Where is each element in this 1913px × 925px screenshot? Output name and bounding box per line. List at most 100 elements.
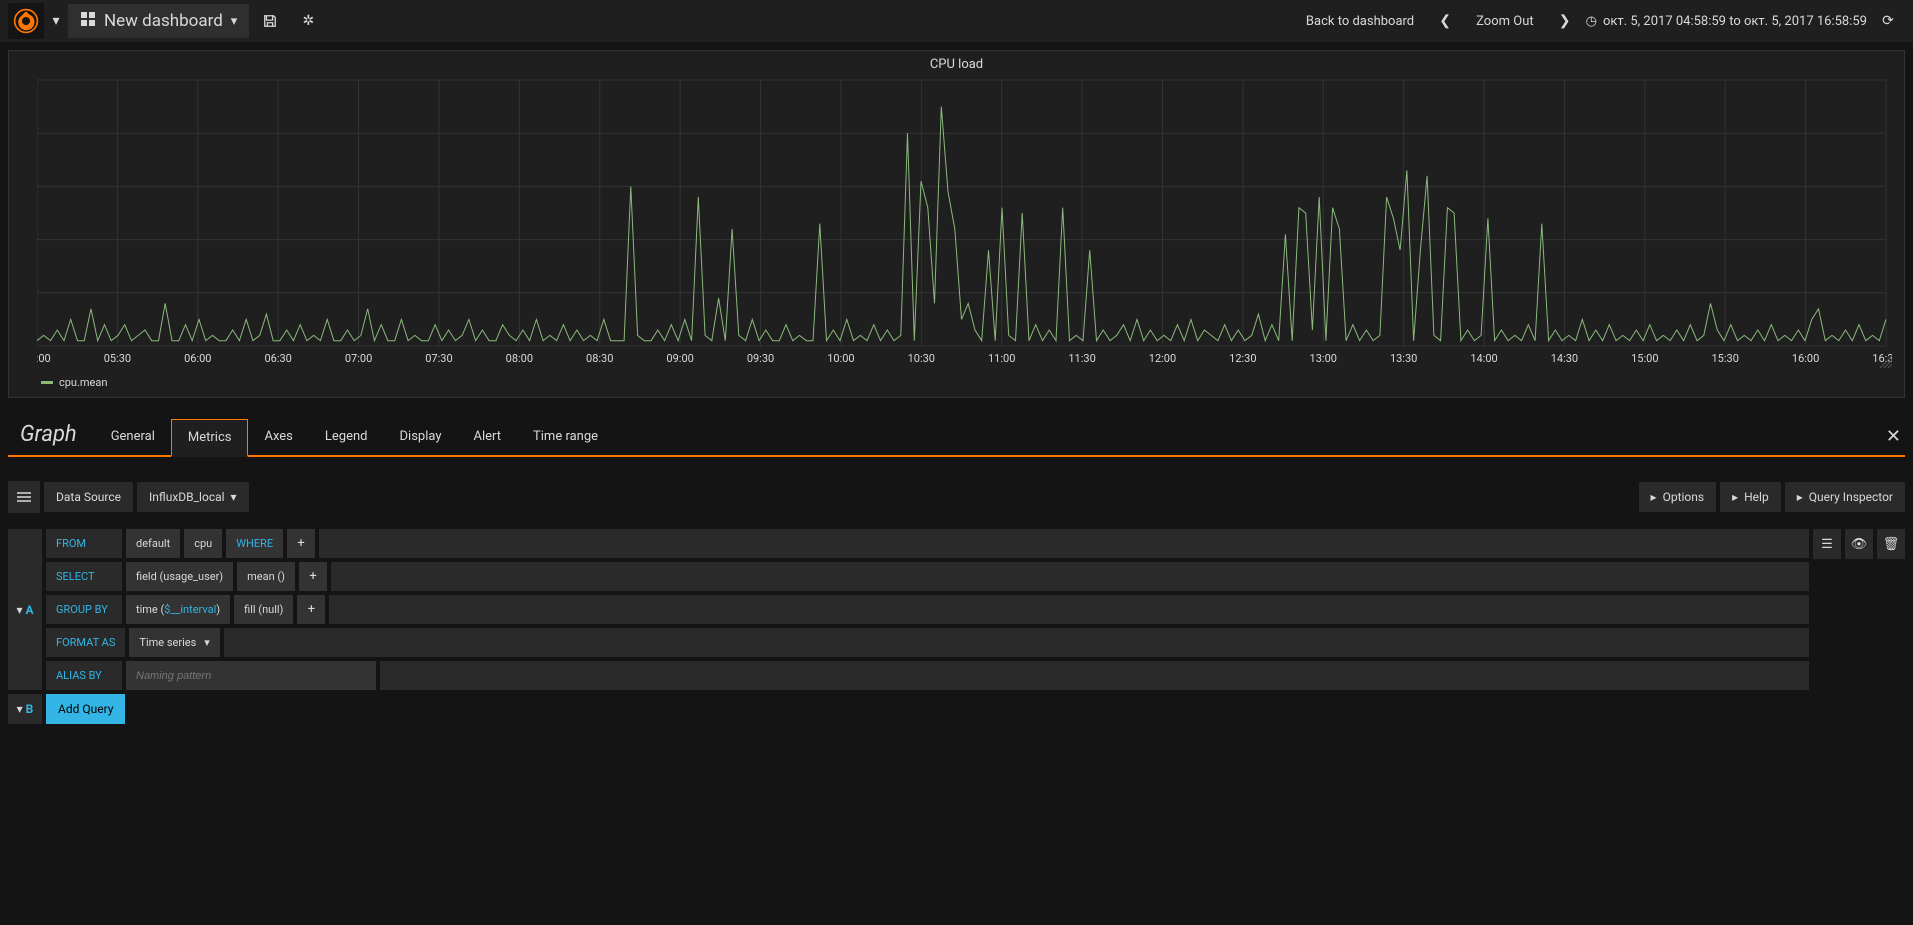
save-icon — [263, 14, 277, 28]
time-prev-button[interactable]: ❮ — [1428, 4, 1462, 38]
help-button[interactable]: ▸Help — [1720, 482, 1781, 512]
svg-text:15:00: 15:00 — [1631, 352, 1658, 365]
svg-text:14:30: 14:30 — [1551, 352, 1578, 365]
query-menu-button[interactable]: ☰ — [1813, 529, 1841, 559]
hamburger-icon: ☰ — [1821, 537, 1833, 552]
tab-metrics[interactable]: Metrics — [171, 419, 249, 457]
add-query-button[interactable]: Add Query — [46, 694, 125, 724]
svg-text:12:00: 12:00 — [1149, 352, 1176, 365]
close-editor-button[interactable]: ✕ — [1886, 426, 1901, 447]
time-range-picker[interactable]: ◷ окт. 5, 2017 04:58:59 to окт. 5, 2017 … — [1586, 14, 1867, 29]
datasource-select[interactable]: InfluxDB_local ▾ — [137, 482, 249, 512]
grafana-logo-icon — [13, 8, 39, 34]
caret-down-icon: ▾ — [16, 603, 22, 617]
field-chip[interactable]: field (usage_user) — [126, 562, 233, 591]
toggle-query-visibility-button[interactable]: 👁 — [1845, 529, 1873, 559]
legend-swatch — [41, 381, 53, 384]
svg-text:05:00: 05:00 — [37, 352, 51, 365]
datasource-value: InfluxDB_local — [149, 490, 225, 504]
chart-legend: cpu.mean — [9, 372, 1904, 397]
legend-label[interactable]: cpu.mean — [59, 376, 107, 389]
eye-icon: 👁 — [1851, 537, 1868, 552]
dashboard-dropdown[interactable]: New dashboard ▾ — [68, 4, 249, 38]
chevron-down-icon: ▾ — [204, 636, 210, 649]
measurement-chip[interactable]: cpu — [184, 529, 222, 558]
plus-icon: + — [297, 536, 304, 551]
retention-policy-chip[interactable]: default — [126, 529, 180, 558]
add-groupby-button[interactable]: + — [297, 595, 325, 624]
back-to-dashboard-link[interactable]: Back to dashboard — [1296, 14, 1424, 29]
aggregation-chip[interactable]: mean () — [237, 562, 295, 591]
svg-text:16:00: 16:00 — [1792, 352, 1819, 365]
resize-handle[interactable] — [1878, 354, 1892, 368]
caret-down-icon: ▾ — [17, 702, 23, 716]
plus-icon: + — [309, 569, 316, 584]
panel-type-label: Graph — [8, 414, 95, 455]
svg-text:09:00: 09:00 — [666, 352, 693, 365]
zoom-out-label: Zoom Out — [1476, 14, 1533, 29]
close-icon: ✕ — [1886, 426, 1901, 447]
alias-keyword: ALIAS BY — [46, 661, 122, 690]
dashboard-title: New dashboard — [104, 11, 223, 31]
groupby-time-chip[interactable]: time ($__interval) — [126, 595, 230, 624]
svg-text:10:00: 10:00 — [827, 352, 854, 365]
query-editor: ▾ A FROM default cpu WHERE + SELECT fiel… — [8, 529, 1905, 724]
dashboard-grid-icon — [80, 11, 96, 31]
chevron-left-icon: ❮ — [1439, 13, 1451, 29]
add-select-button[interactable]: + — [299, 562, 327, 591]
tab-alert[interactable]: Alert — [458, 419, 518, 455]
alias-input[interactable] — [126, 661, 376, 690]
chevron-down-icon: ▾ — [231, 490, 237, 504]
caret-right-icon: ▸ — [1732, 490, 1738, 504]
query-letter-toggle[interactable]: ▾ B — [8, 694, 42, 724]
svg-text:06:00: 06:00 — [184, 352, 211, 365]
settings-button[interactable]: ✲ — [291, 4, 325, 38]
grafana-logo-button[interactable] — [8, 3, 44, 39]
svg-text:11:30: 11:30 — [1068, 352, 1095, 365]
groupby-fill-chip[interactable]: fill (null) — [234, 595, 293, 624]
zoom-out-button[interactable]: Zoom Out — [1466, 14, 1543, 29]
datasource-label: Data Source — [44, 482, 133, 512]
tab-display[interactable]: Display — [384, 419, 458, 455]
caret-right-icon: ▸ — [1797, 490, 1803, 504]
where-keyword[interactable]: WHERE — [226, 529, 283, 558]
time-range-label: окт. 5, 2017 04:58:59 to окт. 5, 2017 16… — [1603, 14, 1867, 29]
time-next-button[interactable]: ❯ — [1548, 4, 1582, 38]
svg-text:12:30: 12:30 — [1229, 352, 1256, 365]
toggle-editor-mode-button[interactable] — [8, 481, 40, 513]
logo-caret-icon[interactable]: ▾ — [48, 4, 64, 38]
format-select[interactable]: Time series ▾ — [129, 628, 219, 657]
refresh-button[interactable]: ⟳ — [1871, 4, 1905, 38]
panel-title[interactable]: CPU load — [9, 51, 1904, 78]
svg-text:06:30: 06:30 — [264, 352, 291, 365]
groupby-line: GROUP BY time ($__interval) fill (null) … — [46, 595, 1809, 624]
query-letter-toggle[interactable]: ▾ A — [8, 529, 42, 690]
svg-text:07:00: 07:00 — [345, 352, 372, 365]
chart-svg: 0102030405005:0005:3006:0006:3007:0007:3… — [37, 78, 1892, 368]
trash-icon: 🗑 — [1883, 537, 1900, 552]
list-icon — [17, 492, 31, 502]
tab-legend[interactable]: Legend — [309, 419, 384, 455]
delete-query-button[interactable]: 🗑 — [1877, 529, 1905, 559]
chart-area[interactable]: 0102030405005:0005:3006:0006:3007:0007:3… — [37, 78, 1892, 368]
top-nav: ▾ New dashboard ▾ ✲ Back to dashboard ❮ … — [0, 0, 1913, 42]
chevron-right-icon: ❯ — [1559, 13, 1571, 29]
options-button[interactable]: ▸Options — [1639, 482, 1717, 512]
svg-text:13:30: 13:30 — [1390, 352, 1417, 365]
groupby-keyword: GROUP BY — [46, 595, 122, 624]
query-letter: A — [25, 603, 33, 617]
from-line: FROM default cpu WHERE + — [46, 529, 1809, 558]
svg-text:07:30: 07:30 — [425, 352, 452, 365]
caret-right-icon: ▸ — [1651, 490, 1657, 504]
query-row-a: ▾ A FROM default cpu WHERE + SELECT fiel… — [8, 529, 1905, 690]
tab-time-range[interactable]: Time range — [517, 419, 614, 455]
query-inspector-button[interactable]: ▸Query Inspector — [1785, 482, 1905, 512]
add-where-button[interactable]: + — [287, 529, 315, 558]
tab-axes[interactable]: Axes — [248, 419, 308, 455]
tab-general[interactable]: General — [95, 419, 171, 455]
editor-tabs: Graph GeneralMetricsAxesLegendDisplayAle… — [8, 414, 1905, 457]
select-keyword: SELECT — [46, 562, 122, 591]
gear-icon: ✲ — [302, 13, 314, 29]
save-button[interactable] — [253, 4, 287, 38]
alias-line: ALIAS BY — [46, 661, 1809, 690]
